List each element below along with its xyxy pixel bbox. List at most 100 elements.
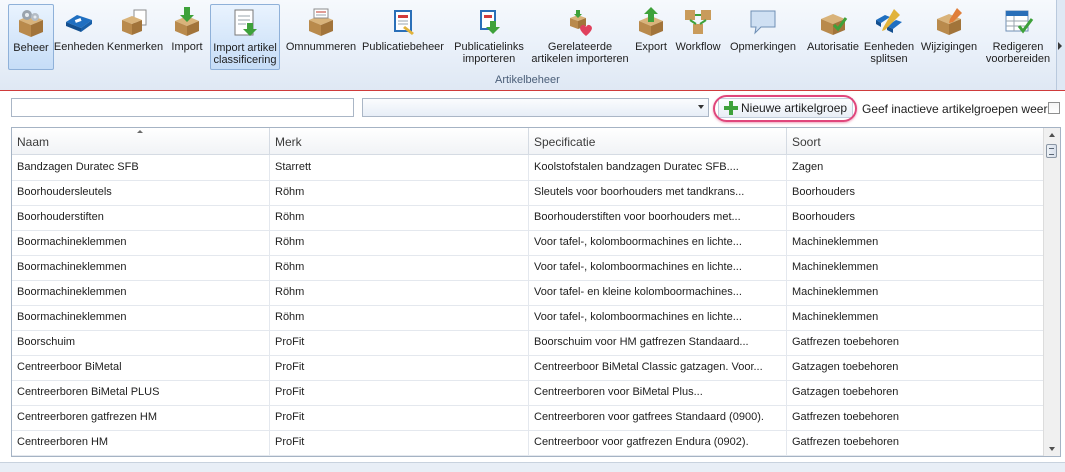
table-cell-specificatie: Boorschuim voor HM gatfrezen Standaard..… [529, 330, 787, 355]
beheer-button[interactable]: Beheer [8, 4, 54, 70]
gerelateerde-label: Gerelateerde artikelen importeren [531, 41, 629, 65]
eenheden-button[interactable]: Eenheden [54, 4, 104, 70]
table-cell-specificatie: Koolstofstalen bandzagen Duratec SFB.... [529, 155, 787, 180]
table-row[interactable]: Boormachineklemmen Röhm Voor tafel-, kolom… [12, 255, 1044, 281]
scroll-up-icon[interactable] [1049, 133, 1055, 137]
plus-icon [724, 101, 738, 115]
table-cell-merk: Röhm [270, 205, 529, 230]
ribbon-scroll-right[interactable] [1056, 0, 1065, 90]
table-cell-merk: Röhm [270, 280, 529, 305]
table-cell-naam: Bandzagen Duratec SFB [12, 155, 270, 180]
table-cell-soort: Boorhouders [787, 205, 1044, 230]
table-cell-specificatie: Voor tafel-, kolomboormachines en lichte… [529, 230, 787, 255]
workflow-boxes-icon [685, 10, 711, 34]
new-article-group-label: Nieuwe artikelgroep [741, 101, 848, 115]
table-cell-soort: Zagen [787, 155, 1044, 180]
table-cell-merk: ProFit [270, 380, 529, 405]
document-import-icon [234, 9, 257, 36]
table-row[interactable]: Boormachineklemmen Röhm Voor tafel-, kolom… [12, 230, 1044, 256]
table-row[interactable]: Boormachineklemmen Röhm Voor tafel-, kolom… [12, 305, 1044, 331]
table-row[interactable]: Bandzagen Duratec SFB Starrett Koolstofsta… [12, 155, 1044, 181]
wijzigingen-button[interactable]: Wijzigingen [918, 4, 980, 70]
publication-book-icon [394, 10, 414, 35]
column-header-label: Merk [275, 135, 302, 149]
opmerkingen-button[interactable]: Opmerkingen [726, 4, 800, 70]
vertical-scrollbar[interactable] [1043, 128, 1060, 456]
table-cell-naam: Boormachineklemmen [12, 305, 270, 330]
box-pencil-icon [937, 8, 962, 35]
omnummeren-button[interactable]: Omnummeren [284, 4, 358, 70]
related-boxes-heart-icon [570, 10, 592, 36]
beheer-label: Beheer [13, 42, 49, 54]
table-cell-specificatie: Voor tafel-, kolomboormachines en lichte… [529, 305, 787, 330]
redigeren-voorbereiden-button[interactable]: Redigeren voorbereiden [982, 4, 1054, 70]
import-label: Import [171, 41, 203, 53]
kenmerken-button[interactable]: Kenmerken [106, 4, 164, 70]
column-header-label: Specificatie [534, 135, 596, 149]
table-cell-soort: Gatzagen toebehoren [787, 355, 1044, 380]
table-cell-naam: Centreerboren gatfrezen HM [12, 405, 270, 430]
table-cell-specificatie: Voor tafel-, kolomboormachines en lichte… [529, 255, 787, 280]
workflow-label: Workflow [675, 41, 721, 53]
export-label: Export [635, 41, 667, 53]
show-inactive-label: Geef inactieve artikelgroepen weer [862, 102, 1048, 116]
omnummeren-label: Omnummeren [285, 41, 357, 53]
import-button[interactable]: Import [165, 4, 209, 70]
publication-link-import-icon [480, 10, 500, 34]
table-cell-soort: Gatzagen toebehoren [787, 380, 1044, 405]
table-cell-naam: Boorhoudersleutels [12, 180, 270, 205]
filter-combobox[interactable] [362, 98, 709, 117]
table-row[interactable]: Boorschuim ProFit Boorschuim voor HM gatfr… [12, 330, 1044, 356]
ribbon: Beheer Eenheden Kenmerken Import Import … [0, 0, 1065, 91]
export-button[interactable]: Export [632, 4, 670, 70]
column-header-soort[interactable]: Soort [787, 128, 1044, 154]
sort-ascending-icon [137, 130, 143, 133]
split-tags-icon [876, 9, 902, 33]
table-cell-specificatie: Sleutels voor boorhouders met tandkrans.… [529, 180, 787, 205]
column-header-label: Naam [17, 135, 50, 149]
wijzigingen-label: Wijzigingen [920, 41, 978, 53]
new-article-group-button[interactable]: Nieuwe artikelgroep [718, 98, 853, 118]
redigeren-label: Redigeren voorbereiden [985, 41, 1051, 65]
column-header-merk[interactable]: Merk [270, 128, 529, 154]
table-cell-soort: Boorhouders [787, 180, 1044, 205]
table-cell-naam: Boormachineklemmen [12, 255, 270, 280]
scroll-thumb[interactable] [1046, 144, 1057, 158]
table-row[interactable]: Centreerboor BiMetal ProFit Centreerboor B… [12, 355, 1044, 381]
table-cell-naam: Centreerboren BiMetal PLUS [12, 380, 270, 405]
column-header-naam[interactable]: Naam [12, 128, 270, 154]
table-row[interactable]: Centreerboren BiMetal PLUS ProFit Centreer… [12, 380, 1044, 406]
table-cell-naam: Boormachineklemmen [12, 230, 270, 255]
table-row[interactable]: Boormachineklemmen Röhm Voor tafel- en kle… [12, 280, 1044, 306]
autorisatie-label: Autorisatie [807, 41, 859, 53]
gerelateerde-artikelen-importeren-button[interactable]: Gerelateerde artikelen importeren [530, 4, 630, 70]
box-export-arrow-icon [639, 7, 663, 36]
workflow-button[interactable]: Workflow [672, 4, 724, 70]
table-row[interactable]: Boorhoudersleutels Röhm Sleutels voor boor… [12, 180, 1044, 206]
autorisatie-button[interactable]: Autorisatie [802, 4, 864, 70]
table-row[interactable]: Centreerboren gatfrezen HM ProFit Centreer… [12, 405, 1044, 431]
publicatiebeheer-button[interactable]: Publicatiebeheer [360, 4, 446, 70]
table-cell-specificatie: Boorhouderstiften voor boorhouders met..… [529, 205, 787, 230]
table-cell-naam: Boormachineklemmen [12, 280, 270, 305]
box-checkmark-icon [821, 14, 848, 35]
table-cell-naam: Centreerboor BiMetal [12, 355, 270, 380]
box-import-arrow-icon [175, 7, 199, 36]
table-cell-merk: Röhm [270, 255, 529, 280]
table-row[interactable]: Centreerboren HM ProFit Centreerboor voor … [12, 430, 1044, 456]
eenheden-splitsen-button[interactable]: Eenheden splitsen [862, 4, 916, 70]
show-inactive-checkbox[interactable] [1048, 102, 1060, 114]
import-artikel-label: Import artikel classificering [213, 42, 277, 66]
speech-bubble-icon [750, 10, 776, 35]
scroll-down-icon[interactable] [1049, 447, 1055, 451]
search-input[interactable] [11, 98, 354, 117]
column-header-specificatie[interactable]: Specificatie [529, 128, 787, 154]
kenmerken-label: Kenmerken [106, 41, 164, 53]
table-cell-merk: ProFit [270, 430, 529, 455]
table-cell-merk: Röhm [270, 230, 529, 255]
gears-box-icon [19, 10, 43, 37]
import-artikel-classificering-button[interactable]: Import artikel classificering [210, 4, 280, 70]
chevron-down-icon[interactable] [698, 105, 704, 109]
table-row[interactable]: Boorhouderstiften Röhm Boorhouderstiften v… [12, 205, 1044, 231]
publicatielinks-importeren-button[interactable]: Publicatielinks importeren [448, 4, 530, 70]
